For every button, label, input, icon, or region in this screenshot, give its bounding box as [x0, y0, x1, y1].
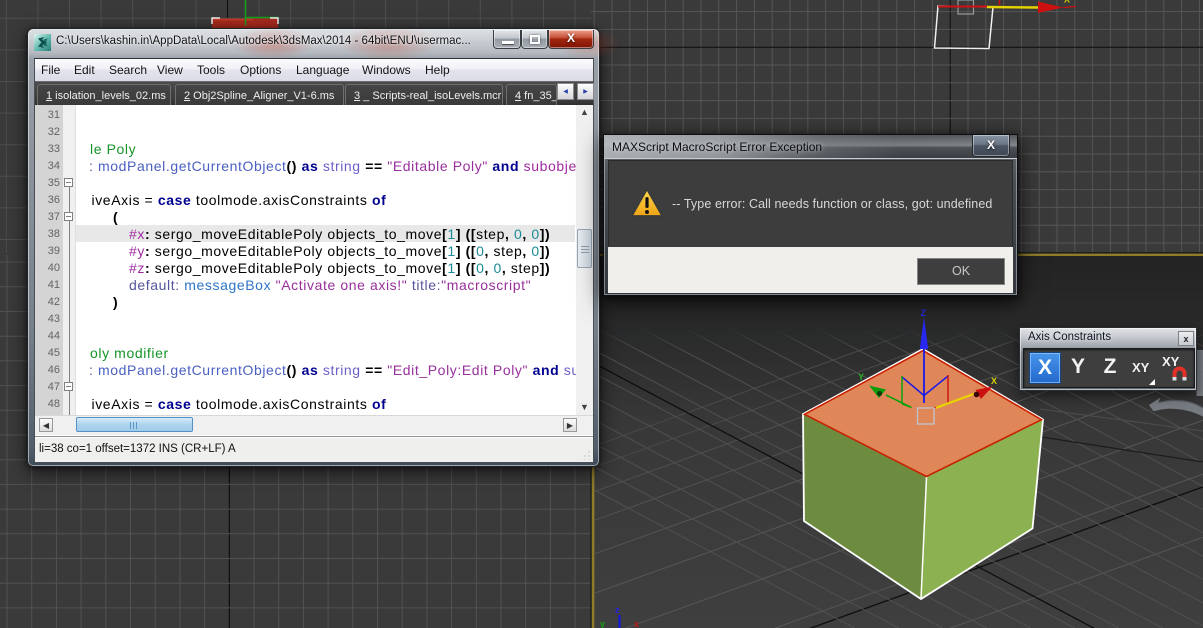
- svg-text:Z: Z: [921, 308, 927, 318]
- svg-text:Y: Y: [858, 372, 864, 382]
- svg-text:z: z: [615, 605, 620, 615]
- svg-text:X: X: [1064, 0, 1070, 5]
- svg-text:y: y: [600, 619, 605, 628]
- svg-text:X: X: [991, 376, 997, 386]
- svg-text:x: x: [634, 619, 639, 628]
